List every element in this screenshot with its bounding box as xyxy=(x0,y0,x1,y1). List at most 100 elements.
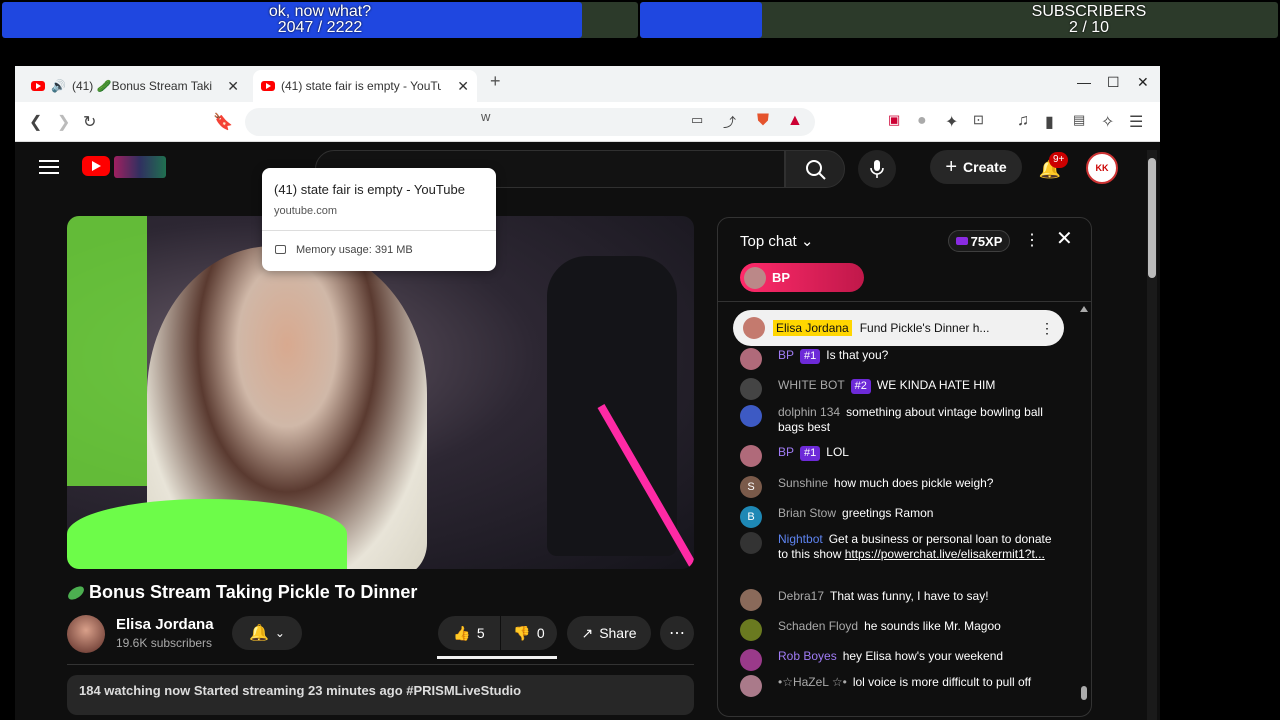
tab-hover-card: (41) state fair is empty - YouTube youtu… xyxy=(262,168,496,271)
more-actions-button[interactable]: ⋯ xyxy=(660,616,694,650)
scrollbar-thumb[interactable] xyxy=(1148,158,1156,278)
close-chat-icon[interactable]: ✕ xyxy=(1056,226,1073,251)
goal-bar-2: SUBSCRIBERS 2 / 10 xyxy=(640,2,1278,38)
extensions-puzzle-icon[interactable]: ✦ xyxy=(945,112,958,132)
chat-link[interactable]: https://powerchat.live/elisakermit1?t... xyxy=(845,547,1045,561)
crown-icon xyxy=(955,237,968,245)
chat-scrollbar[interactable] xyxy=(1080,306,1088,706)
avatar[interactable]: B xyxy=(740,506,762,528)
sidebar-icon[interactable]: ▮ xyxy=(1045,112,1054,132)
chat-message-body: •☆HaZeL ☆• lol voice is more difficult to… xyxy=(778,675,1060,690)
search-button[interactable] xyxy=(785,150,845,188)
chat-text: That was funny, I have to say! xyxy=(830,589,989,603)
chat-message[interactable]: dolphin 134 something about vintage bowli… xyxy=(740,405,1060,435)
voice-search-button[interactable] xyxy=(858,150,896,188)
rewards-icon[interactable]: ▲ xyxy=(787,112,803,130)
dislike-button[interactable]: 👎 0 xyxy=(501,616,557,650)
new-tab-button[interactable]: + xyxy=(490,71,501,92)
pinned-text: Fund Pickle's Dinner h... xyxy=(859,321,990,335)
account-avatar[interactable]: KK xyxy=(1086,152,1118,184)
chat-message[interactable]: Debra17 That was funny, I have to say! xyxy=(740,589,1060,611)
tab-capture-icon[interactable]: ⊡ xyxy=(973,112,984,128)
avatar[interactable] xyxy=(740,378,762,400)
media-icon[interactable]: ♫ xyxy=(1017,112,1029,130)
channel-avatar[interactable] xyxy=(67,615,105,653)
create-button[interactable]: + Create xyxy=(930,150,1022,184)
channel-name[interactable]: Elisa Jordana xyxy=(116,616,214,633)
chat-message[interactable]: •☆HaZeL ☆• lol voice is more difficult to… xyxy=(740,675,1060,697)
share-button[interactable]: ↗ Share xyxy=(567,616,651,650)
tab-bonus-stream[interactable]: 🔊 (41) 🥒Bonus Stream Takin ✕ xyxy=(23,70,247,102)
more-vert-icon[interactable]: ⋮ xyxy=(1040,320,1054,337)
chat-message[interactable]: BP #1 Is that you? xyxy=(740,348,1060,370)
xp-badge[interactable]: 75XP xyxy=(948,230,1010,252)
chat-message[interactable]: Schaden Floyd he sounds like Mr. Magoo xyxy=(740,619,1060,641)
chat-message[interactable]: S Sunshine how much does pickle weigh? xyxy=(740,476,1060,498)
tab-title: (41) 🥒Bonus Stream Takin xyxy=(71,79,212,93)
chat-author[interactable]: Rob Boyes xyxy=(778,649,837,663)
reload-icon[interactable]: ↻ xyxy=(83,112,96,132)
audio-playing-icon[interactable]: 🔊 xyxy=(51,79,66,93)
chat-author[interactable]: Nightbot xyxy=(778,532,823,546)
chat-more-icon[interactable]: ⋮ xyxy=(1024,230,1040,250)
chat-author[interactable]: Schaden Floyd xyxy=(778,619,858,633)
description-box[interactable]: 184 watching now Started streaming 23 mi… xyxy=(67,675,694,715)
pinned-message[interactable]: Elisa Jordana Fund Pickle's Dinner h... … xyxy=(733,310,1064,346)
avatar[interactable]: S xyxy=(740,476,762,498)
menu-icon[interactable]: ☰ xyxy=(1129,112,1143,132)
goal-bar-2-label: SUBSCRIBERS xyxy=(1031,3,1147,20)
share-arrow-icon: ↗ xyxy=(581,624,594,641)
chat-message[interactable]: BP #1 LOL xyxy=(740,445,1060,467)
avatar[interactable] xyxy=(740,619,762,641)
chat-author[interactable]: •☆HaZeL ☆• xyxy=(778,675,847,689)
extension-icon[interactable]: ▣ xyxy=(888,112,900,128)
subscribed-notifications-button[interactable]: 🔔 ⌄ xyxy=(232,616,302,650)
back-icon[interactable]: ❮ xyxy=(29,112,42,132)
youtube-logo[interactable] xyxy=(82,156,110,176)
chat-message[interactable]: WHITE BOT #2 WE KINDA HATE HIM xyxy=(740,378,1060,400)
cast-icon[interactable]: ▭ xyxy=(691,112,703,128)
top-donor-pill[interactable]: BP xyxy=(740,263,864,292)
hamburger-menu-icon[interactable] xyxy=(39,160,59,174)
youtube-doodle[interactable] xyxy=(114,156,166,178)
chat-author[interactable]: BP xyxy=(778,348,794,362)
tab-state-fair[interactable]: (41) state fair is empty - YouTu ✕ xyxy=(253,70,477,102)
youtube-favicon-icon xyxy=(261,81,275,91)
goal-bar-1-progress: 2047 / 2222 xyxy=(277,19,363,36)
close-tab-icon[interactable]: ✕ xyxy=(457,78,469,95)
avatar[interactable] xyxy=(740,532,762,554)
avatar[interactable] xyxy=(740,675,762,697)
avatar[interactable] xyxy=(740,445,762,467)
minimize-button[interactable]: — xyxy=(1077,74,1091,90)
chat-message[interactable]: Rob Boyes hey Elisa how's your weekend xyxy=(740,649,1060,671)
leo-ai-icon[interactable]: ✧ xyxy=(1101,112,1114,132)
forward-icon[interactable]: ❯ xyxy=(57,112,70,132)
close-window-button[interactable]: ✕ xyxy=(1137,74,1149,91)
chat-author[interactable]: Brian Stow xyxy=(778,506,836,520)
chat-mode-dropdown[interactable]: Top chat ⌄ xyxy=(740,232,813,250)
close-tab-icon[interactable]: ✕ xyxy=(227,78,239,95)
divider xyxy=(67,664,694,665)
avatar[interactable] xyxy=(740,649,762,671)
chat-author[interactable]: WHITE BOT xyxy=(778,378,845,392)
chat-author[interactable]: dolphin 134 xyxy=(778,405,840,419)
bookmark-icon[interactable]: 🔖 xyxy=(213,112,233,132)
chat-author[interactable]: BP xyxy=(778,445,794,459)
extension-icon[interactable]: ● xyxy=(917,112,927,130)
brave-shield-icon[interactable]: ⛊ xyxy=(757,112,769,130)
wallet-icon[interactable]: ▤ xyxy=(1073,112,1085,128)
chat-message[interactable]: Nightbot Get a business or personal loan … xyxy=(740,532,1060,562)
tab-title: (41) state fair is empty - YouTu xyxy=(281,79,441,93)
avatar[interactable] xyxy=(740,348,762,370)
chat-text: LOL xyxy=(826,445,849,459)
avatar[interactable] xyxy=(740,589,762,611)
chat-author[interactable]: Debra17 xyxy=(778,589,824,603)
page-scrollbar[interactable] xyxy=(1147,150,1157,720)
maximize-button[interactable]: ☐ xyxy=(1107,74,1120,91)
chat-author[interactable]: Sunshine xyxy=(778,476,828,490)
share-icon[interactable]: ⤴ xyxy=(723,112,736,131)
avatar[interactable] xyxy=(740,405,762,427)
chat-message[interactable]: B Brian Stow greetings Ramon xyxy=(740,506,1060,528)
like-button[interactable]: 👍 5 xyxy=(438,616,500,650)
chat-message-body: Debra17 That was funny, I have to say! xyxy=(778,589,1060,604)
